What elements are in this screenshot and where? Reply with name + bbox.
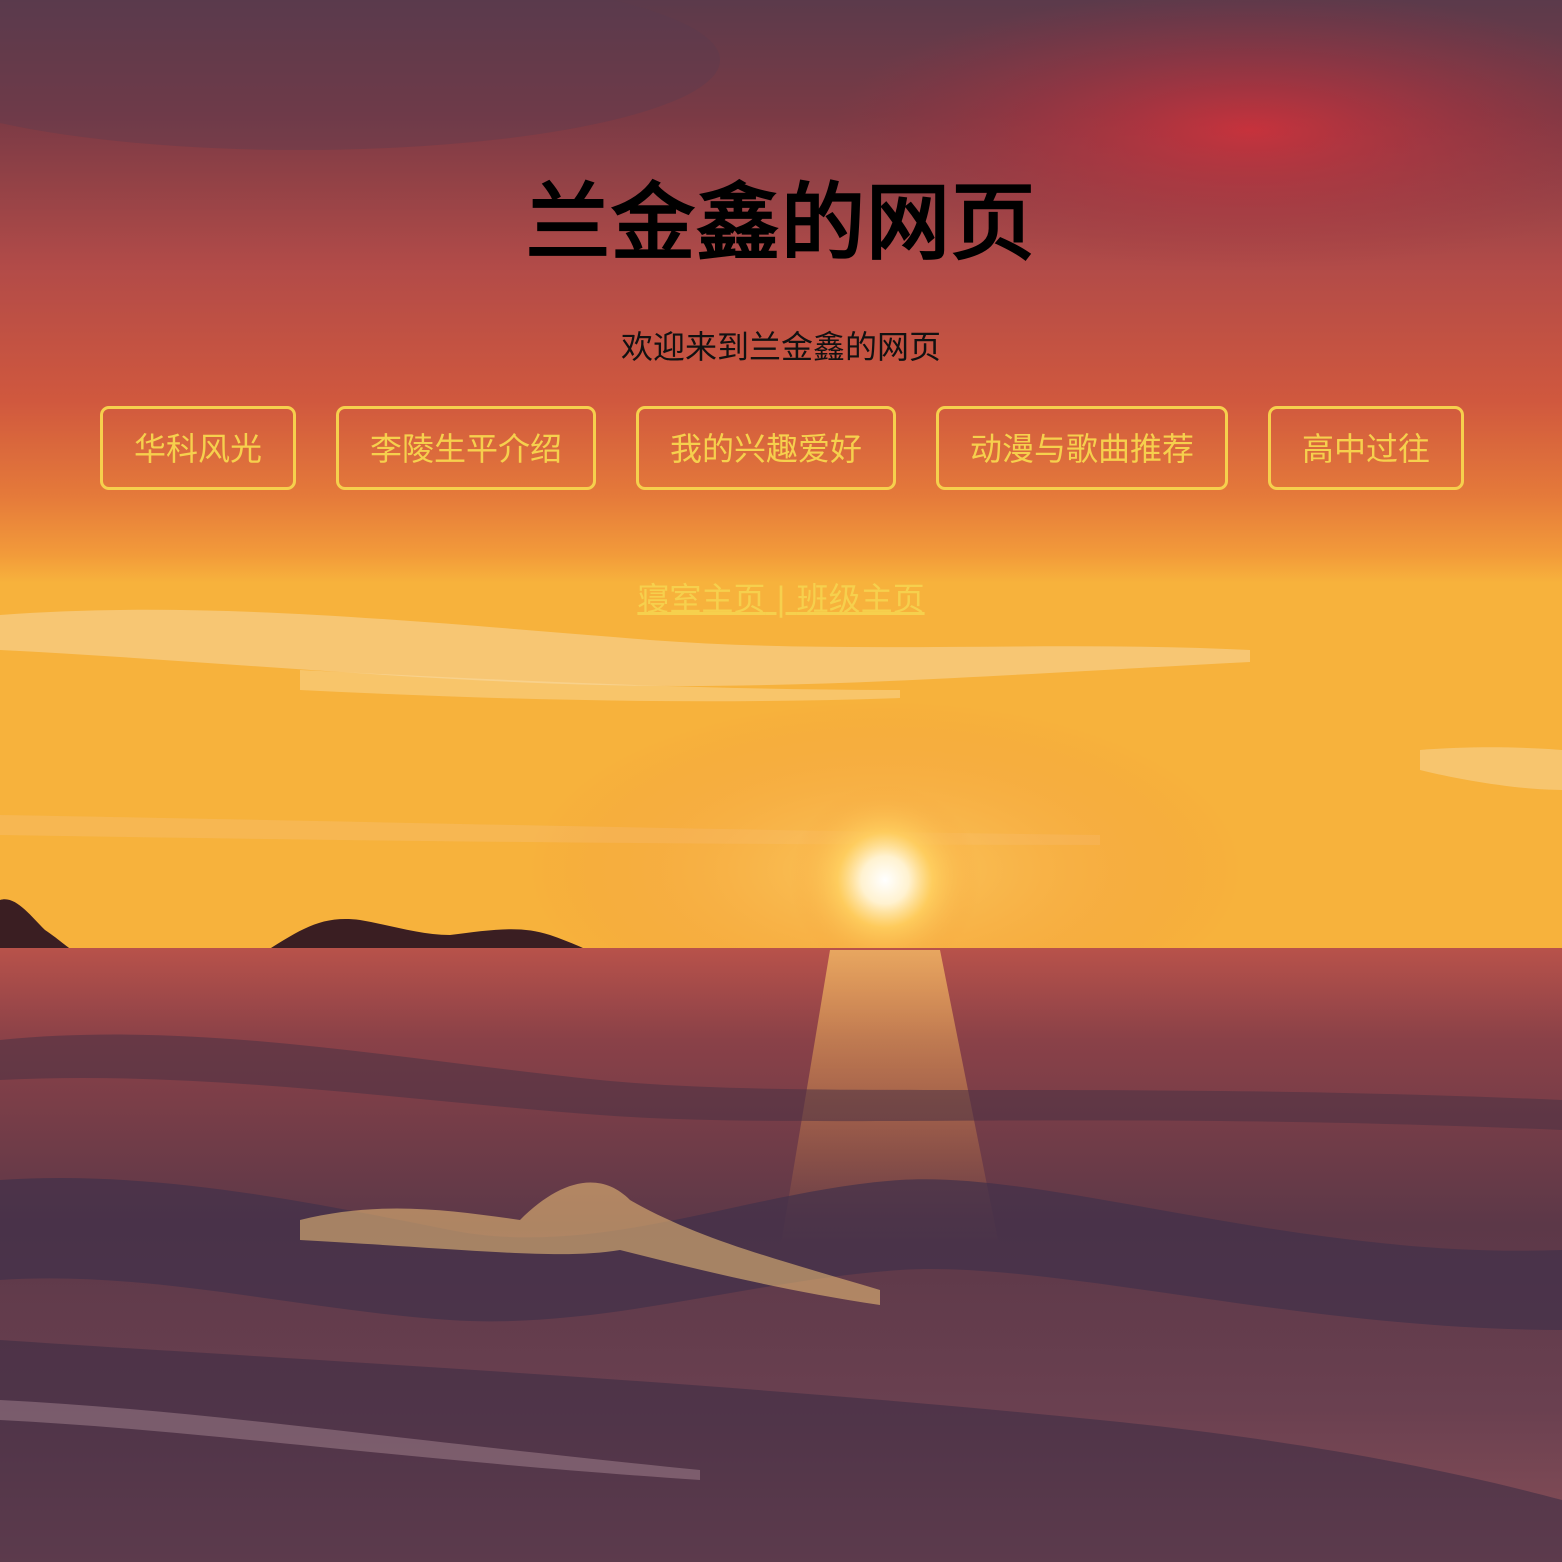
nav-button-li-ling-biography[interactable]: 李陵生平介绍	[336, 406, 596, 490]
dorm-home-link[interactable]: 寝室主页	[637, 580, 765, 618]
page-title: 兰金鑫的网页	[525, 174, 1036, 272]
nav-button-my-hobbies[interactable]: 我的兴趣爱好	[636, 406, 896, 490]
page-subtitle: 欢迎来到兰金鑫的网页	[620, 328, 941, 366]
nav-button-huake-scenery[interactable]: 华科风光	[100, 406, 296, 490]
footer-links: 寝室主页 | 班级主页	[0, 577, 1562, 621]
nav-button-high-school-past[interactable]: 高中过往	[1268, 406, 1464, 490]
footer-separator: |	[765, 580, 797, 618]
nav-button-anime-music-recommendations[interactable]: 动漫与歌曲推荐	[936, 406, 1228, 490]
class-home-link[interactable]: 班级主页	[797, 580, 925, 618]
